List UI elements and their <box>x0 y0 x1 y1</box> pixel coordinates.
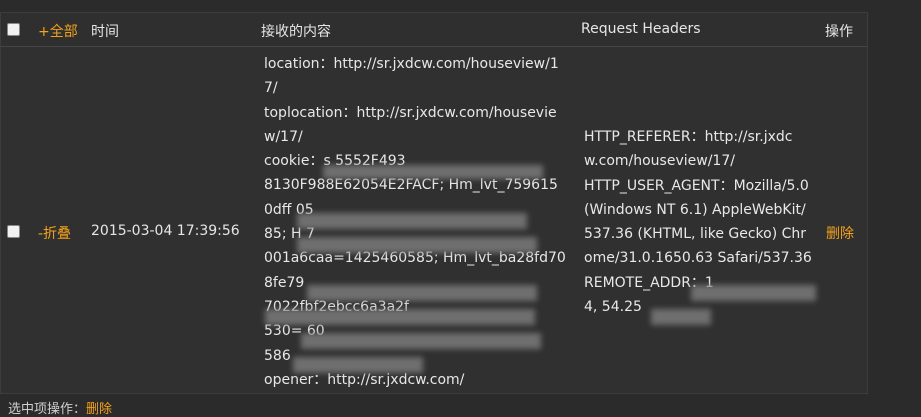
header-line: HTTP_REFERER：http://sr.jxdc <box>584 129 793 145</box>
redaction-blur <box>691 285 816 301</box>
content-line: w/17/ <box>264 128 303 145</box>
col-request-headers: Request Headers <box>581 21 701 37</box>
header-line: w.com/houseview/17/ <box>584 153 735 170</box>
row-checkbox[interactable] <box>7 225 20 238</box>
content-line: toplocation：http://sr.jxdcw.com/housevie <box>264 104 557 121</box>
select-all-checkbox[interactable] <box>7 23 20 36</box>
redaction-blur <box>323 165 543 179</box>
collapse-link[interactable]: -折叠 <box>38 223 71 243</box>
bulk-delete-button[interactable]: 删除 <box>86 402 112 417</box>
redaction-blur <box>265 309 535 325</box>
redaction-blur <box>307 285 537 301</box>
redaction-blur <box>651 309 711 325</box>
header-line: 537.36 (KHTML, like Gecko) Chr <box>584 226 807 243</box>
delete-button[interactable]: 删除 <box>826 223 854 243</box>
table-header: +全部 时间 接收的内容 Request Headers 操作 <box>1 13 867 47</box>
header-line: (Windows NT 6.1) AppleWebKit/ <box>584 201 806 218</box>
content-line: 7/ <box>264 80 278 97</box>
col-time: 时间 <box>91 24 119 40</box>
content-line: location：http://sr.jxdcw.com/houseview/1 <box>264 56 559 72</box>
expand-all-link[interactable]: +全部 <box>38 21 78 41</box>
redaction-blur <box>301 333 541 349</box>
bulk-actions-label: 选中项操作： <box>8 402 87 417</box>
table-row: -折叠 2015-03-04 17:39:56 location：http://… <box>1 47 867 393</box>
log-table: +全部 时间 接收的内容 Request Headers 操作 -折叠 2015… <box>0 12 868 394</box>
redaction-blur <box>297 237 537 253</box>
redaction-blur <box>297 213 527 229</box>
header-line: ome/31.0.1650.63 Safari/537.36 <box>584 250 812 267</box>
col-content: 接收的内容 <box>261 24 331 40</box>
row-time: 2015-03-04 17:39:56 <box>91 223 240 239</box>
header-line: HTTP_USER_AGENT：Mozilla/5.0 <box>584 177 809 194</box>
col-action: 操作 <box>825 24 853 40</box>
redaction-blur <box>293 357 423 373</box>
